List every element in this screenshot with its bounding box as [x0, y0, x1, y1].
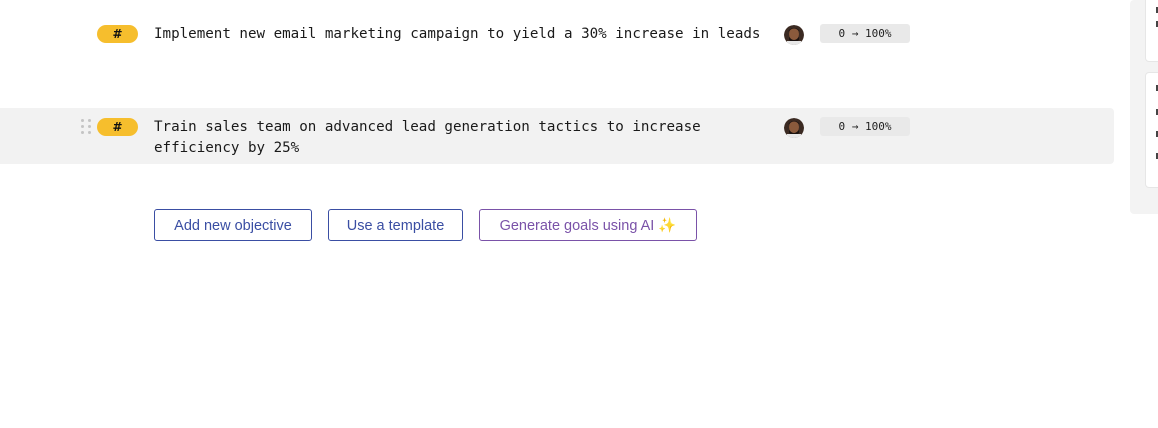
objective-title[interactable]: Implement new email marketing campaign t…: [154, 24, 764, 45]
sparkles-icon: ✨: [658, 218, 677, 234]
drag-handle-icon[interactable]: [80, 118, 94, 134]
generate-goals-ai-label: Generate goals using AI: [499, 218, 655, 234]
add-new-objective-button[interactable]: Add new objective: [154, 209, 312, 241]
objective-row[interactable]: # Train sales team on advanced lead gene…: [0, 108, 1114, 164]
objective-row[interactable]: # Implement new email marketing campaign…: [0, 14, 1114, 54]
objectives-page: # Implement new email marketing campaign…: [0, 0, 1158, 428]
objective-type-badge[interactable]: #: [97, 25, 138, 43]
owner-avatar[interactable]: [784, 118, 804, 138]
side-card[interactable]: [1145, 72, 1158, 188]
objective-title[interactable]: Train sales team on advanced lead genera…: [154, 117, 764, 159]
objective-type-badge[interactable]: #: [97, 118, 138, 136]
side-card[interactable]: [1145, 0, 1158, 62]
generate-goals-ai-button[interactable]: Generate goals using AI ✨: [479, 209, 697, 241]
person-avatar-icon: [784, 118, 804, 138]
owner-avatar[interactable]: [784, 25, 804, 45]
progress-range[interactable]: 0 → 100%: [820, 117, 910, 136]
person-avatar-icon: [784, 25, 804, 45]
progress-range[interactable]: 0 → 100%: [820, 24, 910, 43]
use-template-button[interactable]: Use a template: [328, 209, 463, 241]
